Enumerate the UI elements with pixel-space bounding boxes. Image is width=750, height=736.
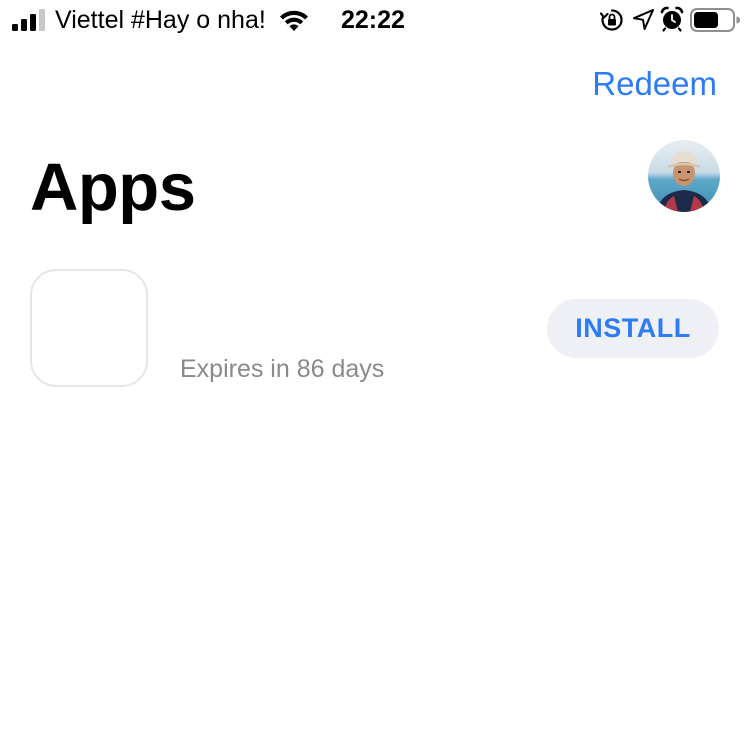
rotation-lock-icon [600,9,623,31]
app-expiry-text: Expires in 86 days [180,355,385,383]
account-avatar[interactable] [648,140,720,212]
install-button[interactable]: INSTALL [547,299,719,358]
status-bar: Viettel #Hay o nha! 22:22 [0,0,750,42]
location-arrow-icon [633,9,654,30]
page-title: Apps [30,150,196,225]
alarm-clock-icon [660,6,684,32]
app-icon-placeholder[interactable] [30,269,148,387]
avatar-photo [648,140,720,212]
redeem-button[interactable]: Redeem [592,64,717,104]
carrier-name: Viettel #Hay o nha! [55,6,266,34]
battery-icon [690,8,740,32]
apps-screen: Viettel #Hay o nha! 22:22 Redeem Apps Ex… [0,0,750,736]
wifi-icon [280,10,308,31]
clock-time: 22:22 [341,6,405,34]
cellular-signal-icon [12,9,45,31]
app-row: Expires in 86 days INSTALL [0,262,750,402]
